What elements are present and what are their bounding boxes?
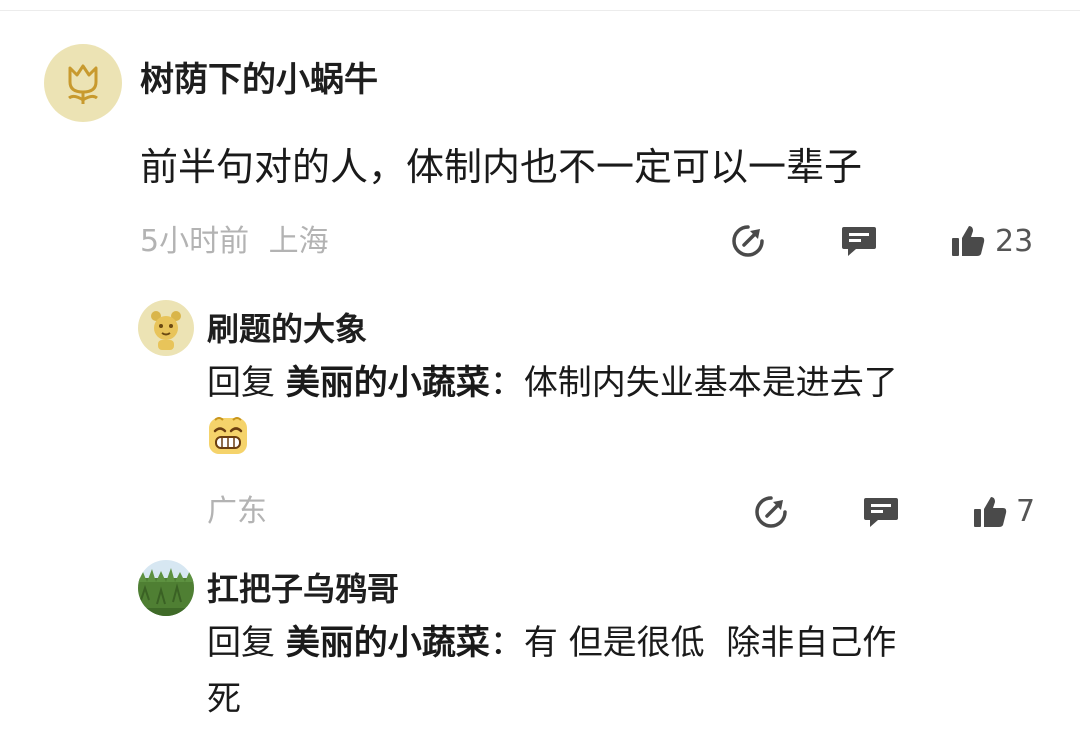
tulip-avatar-icon	[44, 44, 122, 122]
avatar[interactable]	[138, 560, 194, 616]
reply-comment-icon[interactable]	[862, 494, 900, 530]
reply-prefix: 回复	[207, 363, 275, 403]
avatar[interactable]	[44, 44, 122, 122]
location: 广东	[207, 494, 267, 529]
avatar[interactable]	[138, 300, 194, 356]
share-icon[interactable]	[730, 223, 766, 259]
bear-avatar-icon	[138, 300, 194, 356]
reply-body: 体制内失业基本是进去了	[523, 363, 898, 403]
like-icon[interactable]	[950, 223, 986, 259]
like-count: 23	[995, 224, 1034, 259]
share-icon[interactable]	[753, 494, 789, 530]
reply-prefix: 回复	[207, 623, 275, 663]
reply-text-continued: 死	[207, 679, 241, 719]
reply-text: 回复 美丽的小蔬菜：有 但是很低 除非自己作	[207, 620, 896, 666]
grin-emoji-icon	[209, 417, 247, 454]
reply-separator: ：	[489, 363, 524, 403]
location: 上海	[268, 224, 329, 259]
reply-body: 有 但是很低 除非自己作	[523, 623, 897, 663]
comment-text: 前半句对的人，体制内也不一定可以一辈子	[140, 145, 863, 189]
reply-meta: 广东	[207, 492, 267, 532]
reply-to-user[interactable]: 美丽的小蔬菜	[286, 623, 490, 663]
comment-meta: 5小时前 上海	[140, 222, 329, 262]
username[interactable]: 刷题的大象	[207, 308, 367, 350]
username[interactable]: 扛把子乌鸦哥	[207, 568, 399, 610]
reply-comment-icon[interactable]	[840, 223, 878, 259]
grass-photo-avatar-icon	[138, 560, 194, 616]
username[interactable]: 树荫下的小蜗牛	[140, 58, 378, 102]
top-divider	[0, 10, 1080, 11]
reply-to-user[interactable]: 美丽的小蔬菜	[286, 363, 490, 403]
timestamp: 5小时前	[140, 224, 250, 259]
reply-separator: ：	[489, 623, 524, 663]
like-icon[interactable]	[972, 494, 1008, 530]
like-count: 7	[1016, 494, 1036, 529]
reply-text: 回复 美丽的小蔬菜：体制内失业基本是进去了	[207, 360, 898, 406]
